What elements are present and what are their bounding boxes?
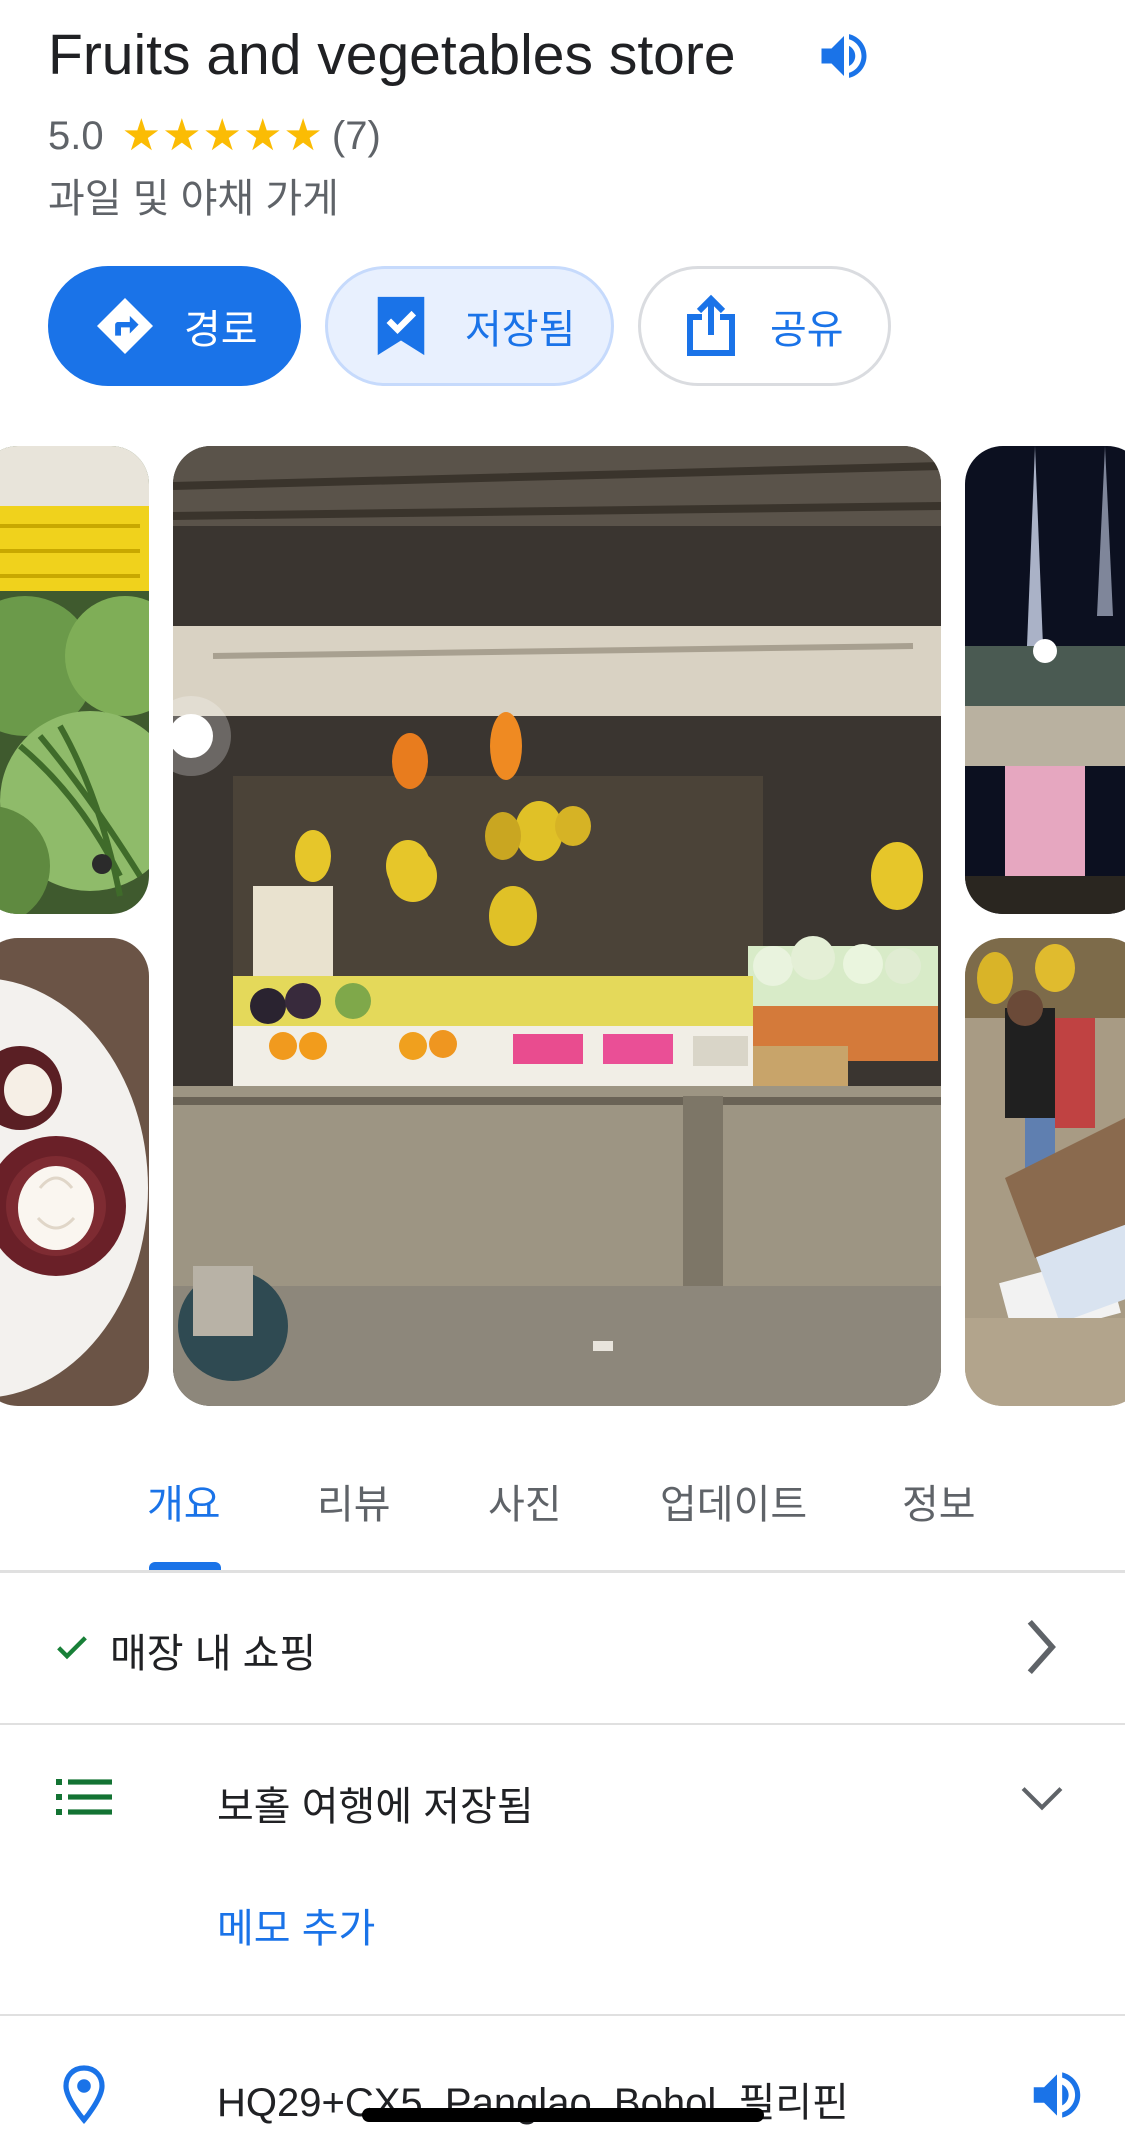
chevron-right-icon bbox=[1023, 1619, 1059, 1680]
saved-label: 저장됨 bbox=[465, 308, 576, 352]
section-divider bbox=[0, 1723, 1125, 1725]
star-icon: ★ bbox=[202, 111, 242, 160]
directions-button[interactable]: 경로 bbox=[48, 266, 301, 386]
speaker-icon[interactable] bbox=[1026, 2064, 1088, 2131]
in-store-shopping-label: 매장 내 쇼핑 bbox=[110, 1632, 317, 1676]
place-category: 과일 및 야채 가게 bbox=[48, 177, 339, 221]
list-icon bbox=[56, 1779, 112, 1820]
tab-bar: 개요 리뷰 사진 업데이트 정보 bbox=[0, 1452, 1125, 1572]
rating-row[interactable]: 5.0 ★ ★ ★ ★ ★ (7) bbox=[48, 110, 381, 162]
star-icon: ★ bbox=[283, 111, 323, 160]
share-label: 공유 bbox=[770, 308, 844, 352]
tab-reviews[interactable]: 리뷰 bbox=[317, 1472, 391, 1530]
star-icon: ★ bbox=[162, 111, 202, 160]
star-rating: ★ ★ ★ ★ ★ bbox=[122, 114, 324, 158]
place-title: Fruits and vegetables store bbox=[48, 23, 736, 87]
photo-night-market[interactable] bbox=[965, 446, 1125, 914]
tab-photos[interactable]: 사진 bbox=[488, 1472, 562, 1530]
photo-market-stall[interactable] bbox=[965, 938, 1125, 1406]
tab-about[interactable]: 정보 bbox=[902, 1472, 976, 1530]
saved-list-label[interactable]: 보홀 여행에 저장됨 bbox=[217, 1774, 534, 1832]
star-icon: ★ bbox=[121, 111, 162, 160]
saved-button[interactable]: 저장됨 bbox=[325, 266, 614, 386]
directions-icon bbox=[88, 294, 162, 358]
star-icon: ★ bbox=[242, 111, 283, 160]
in-store-shopping-row[interactable]: 매장 내 쇼핑 bbox=[0, 1573, 1125, 1723]
tab-updates[interactable]: 업데이트 bbox=[660, 1472, 807, 1530]
photo-mangosteen[interactable] bbox=[0, 938, 149, 1406]
tab-overview[interactable]: 개요 bbox=[147, 1472, 221, 1530]
home-indicator bbox=[362, 2108, 764, 2122]
share-button[interactable]: 공유 bbox=[638, 266, 891, 386]
bookmark-check-icon bbox=[371, 294, 431, 358]
chevron-down-icon[interactable] bbox=[1021, 1785, 1063, 1816]
photo-fruit-stall[interactable] bbox=[173, 446, 941, 1406]
add-note-link[interactable]: 메모 추가 bbox=[217, 1896, 375, 1954]
rating-value: 5.0 bbox=[48, 113, 104, 158]
share-icon bbox=[684, 293, 738, 359]
section-divider bbox=[0, 2014, 1125, 2016]
directions-label: 경로 bbox=[184, 308, 258, 352]
speaker-icon[interactable] bbox=[814, 26, 874, 86]
photo-watermelons[interactable] bbox=[0, 446, 149, 914]
review-count: (7) bbox=[331, 113, 381, 158]
location-pin-icon bbox=[60, 2064, 108, 2131]
check-icon bbox=[52, 1627, 92, 1672]
